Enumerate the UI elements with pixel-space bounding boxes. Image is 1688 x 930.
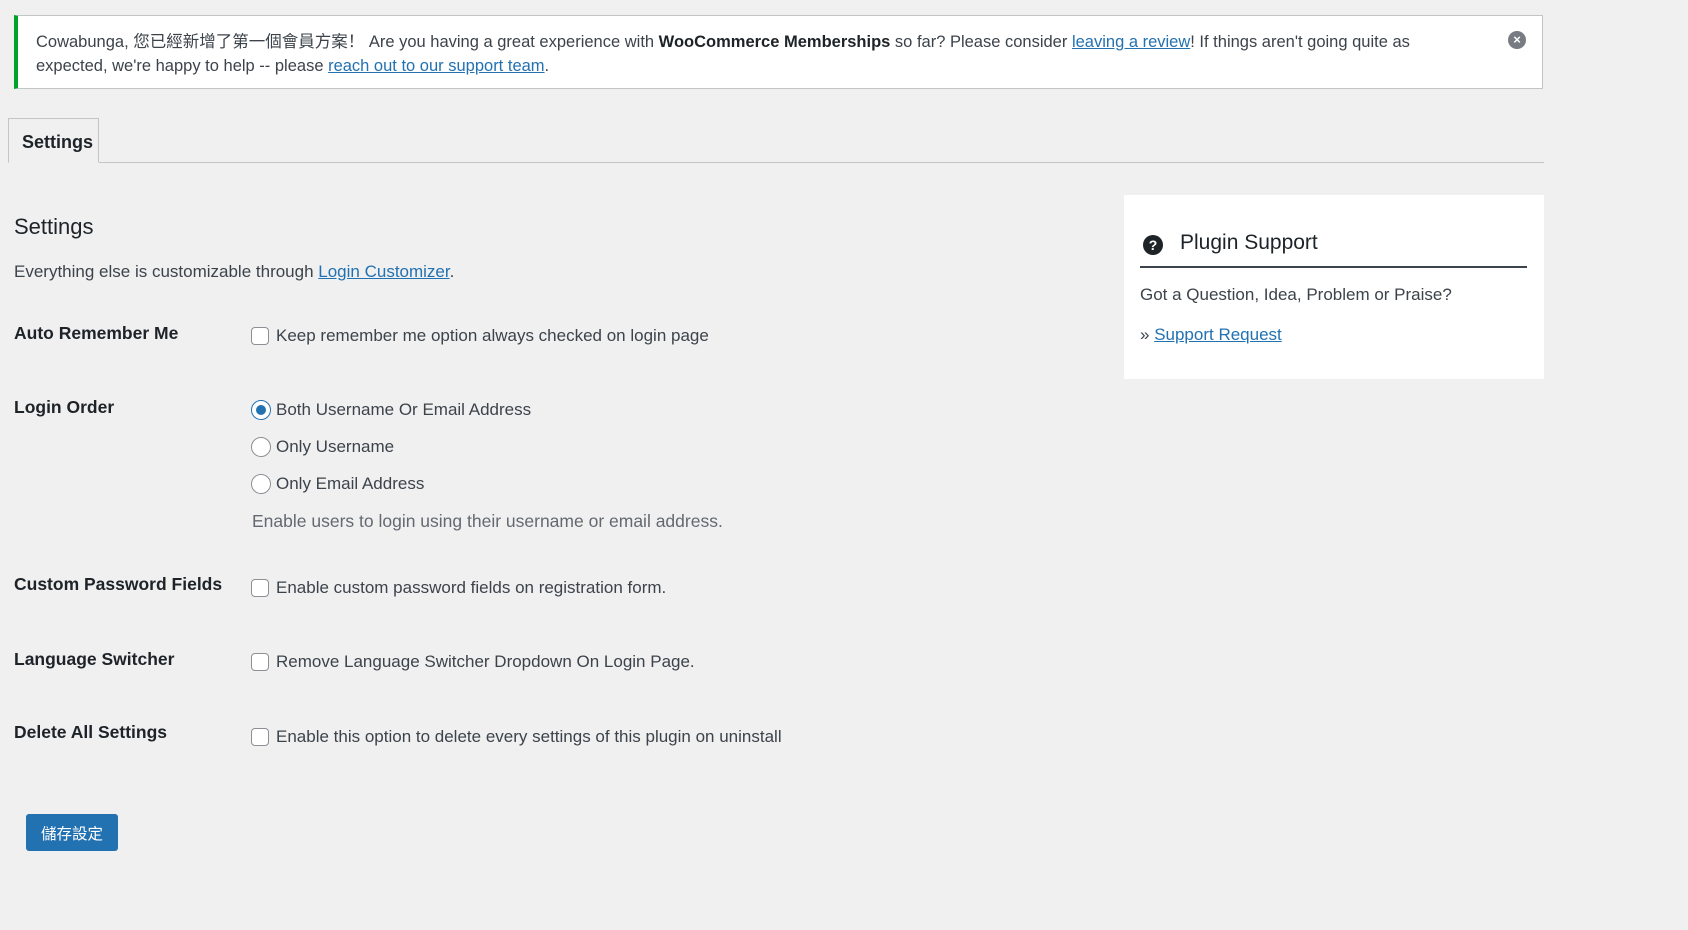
- plugin-support-box: ? Plugin Support Got a Question, Idea, P…: [1124, 195, 1544, 379]
- delete-all-option-label: Enable this option to delete every setti…: [276, 727, 782, 746]
- review-notice: Cowabunga, 您已經新增了第一個會員方案！ Are you having…: [14, 15, 1543, 89]
- login-order-option-username[interactable]: Only Username: [251, 437, 394, 457]
- auto-remember-option-label: Keep remember me option always checked o…: [276, 326, 709, 345]
- auto-remember-checkbox[interactable]: [251, 327, 269, 345]
- login-order-option-email-label: Only Email Address: [276, 474, 425, 493]
- language-switcher-option-label: Remove Language Switcher Dropdown On Log…: [276, 652, 695, 671]
- support-request-row: » Support Request: [1140, 325, 1282, 345]
- language-switcher-checkbox[interactable]: [251, 653, 269, 671]
- tab-settings[interactable]: Settings: [8, 118, 99, 163]
- login-order-radio-email[interactable]: [251, 474, 271, 494]
- notice-product-name: WooCommerce Memberships: [658, 33, 891, 51]
- login-order-option-username-label: Only Username: [276, 437, 395, 456]
- login-order-option-both[interactable]: Both Username Or Email Address: [251, 400, 531, 420]
- language-switcher-label: Language Switcher: [14, 649, 175, 669]
- save-settings-button[interactable]: 儲存設定: [26, 814, 118, 851]
- tab-bar: [14, 162, 1544, 163]
- custom-password-checkbox[interactable]: [251, 579, 269, 597]
- delete-all-option[interactable]: Enable this option to delete every setti…: [251, 727, 782, 747]
- support-request-link[interactable]: Support Request: [1154, 325, 1282, 344]
- login-order-option-both-label: Both Username Or Email Address: [276, 400, 532, 419]
- support-question: Got a Question, Idea, Problem or Praise?: [1140, 285, 1452, 304]
- custom-password-option-label: Enable custom password fields on registr…: [276, 578, 667, 597]
- delete-all-checkbox[interactable]: [251, 728, 269, 746]
- dismiss-close-icon[interactable]: ×: [1508, 31, 1526, 49]
- leave-review-link[interactable]: leaving a review: [1072, 33, 1190, 51]
- login-customizer-link[interactable]: Login Customizer: [318, 262, 449, 281]
- support-link-prefix: »: [1140, 325, 1155, 344]
- notice-text-end: .: [544, 57, 550, 75]
- support-header: ? Plugin Support: [1140, 228, 1527, 268]
- login-order-option-email[interactable]: Only Email Address: [251, 474, 424, 494]
- login-order-label: Login Order: [14, 397, 115, 417]
- notice-text-mid: so far? Please consider: [890, 33, 1072, 51]
- delete-all-label: Delete All Settings: [14, 722, 167, 742]
- auto-remember-label: Auto Remember Me: [14, 323, 179, 343]
- notice-text-prefix: Cowabunga, 您已經新增了第一個會員方案！ Are you having…: [36, 33, 659, 51]
- intro-text: Everything else is customizable through …: [14, 262, 454, 282]
- page-title: Settings: [14, 214, 94, 239]
- login-order-radio-username[interactable]: [251, 437, 271, 457]
- auto-remember-option[interactable]: Keep remember me option always checked o…: [251, 326, 709, 346]
- login-order-radio-both[interactable]: [251, 400, 271, 420]
- support-title: Plugin Support: [1180, 231, 1318, 254]
- support-team-link[interactable]: reach out to our support team: [328, 57, 544, 75]
- login-order-description: Enable users to login using their userna…: [252, 511, 723, 531]
- custom-password-option[interactable]: Enable custom password fields on registr…: [251, 578, 666, 598]
- intro-text-end: .: [449, 262, 455, 281]
- custom-password-label: Custom Password Fields: [14, 574, 223, 594]
- question-circle-icon: ?: [1143, 235, 1163, 255]
- intro-text-prefix: Everything else is customizable through: [14, 262, 319, 281]
- language-switcher-option[interactable]: Remove Language Switcher Dropdown On Log…: [251, 652, 695, 672]
